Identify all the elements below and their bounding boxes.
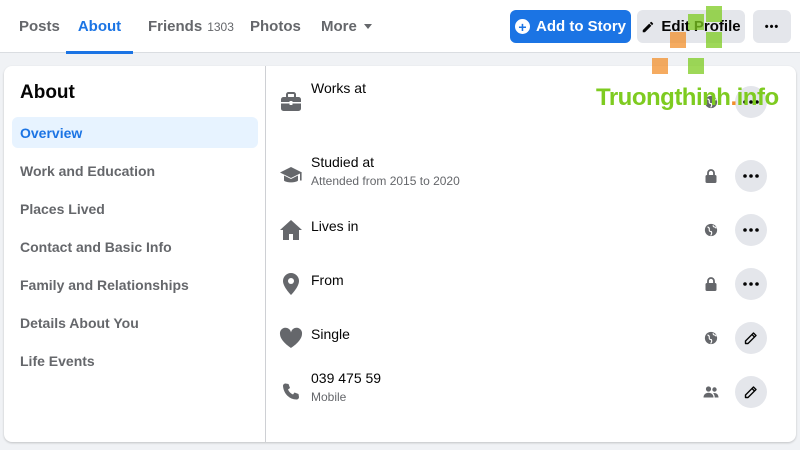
tab-posts-label: Posts xyxy=(19,18,60,35)
overview-list: Works at Studied at Attended from 2015 t… xyxy=(267,66,796,442)
sidebar-item-label: Contact and Basic Info xyxy=(20,238,172,255)
watermark-square xyxy=(670,32,686,48)
sidebar-item-overview[interactable]: Overview xyxy=(12,117,258,148)
sidebar-item-family-relationships[interactable]: Family and Relationships xyxy=(12,269,258,300)
phone-text: 039 475 59 xyxy=(311,370,382,386)
more-dots-icon: ••• xyxy=(764,20,780,33)
watermark-square xyxy=(652,58,668,74)
location-pin-icon xyxy=(279,272,303,296)
heart-icon xyxy=(279,326,303,350)
sidebar-item-life-events[interactable]: Life Events xyxy=(12,345,258,376)
home-icon xyxy=(279,218,303,242)
lives-in-text: Lives in xyxy=(311,218,359,234)
tab-more-label: More xyxy=(321,18,357,35)
globe-icon[interactable] xyxy=(703,222,719,238)
lives-in-more-button[interactable] xyxy=(735,214,767,246)
sidebar-item-contact-info[interactable]: Contact and Basic Info xyxy=(12,231,258,262)
relationship-text: Single xyxy=(311,326,350,342)
watermark-square xyxy=(706,6,722,22)
more-dots-icon xyxy=(743,228,759,232)
sidebar-item-label: Life Events xyxy=(20,352,95,369)
overview-row-from: From xyxy=(267,262,796,306)
tab-more[interactable]: More xyxy=(321,0,372,53)
sidebar-item-label: Places Lived xyxy=(20,200,105,217)
tab-about-label: About xyxy=(77,18,122,35)
from-text: From xyxy=(311,272,344,288)
friends-count: 1303 xyxy=(207,19,234,34)
work-text: Works at xyxy=(311,80,366,96)
tab-friends-label: Friends xyxy=(148,18,203,35)
phone-subtext: Mobile xyxy=(311,390,347,404)
sidebar-item-label: Overview xyxy=(20,124,83,141)
profile-more-button[interactable]: ••• xyxy=(753,10,791,43)
watermark-square xyxy=(688,58,704,74)
relationship-edit-button[interactable] xyxy=(735,322,767,354)
sidebar-item-work-education[interactable]: Work and Education xyxy=(12,155,258,186)
from-more-button[interactable] xyxy=(735,268,767,300)
overview-row-relationship: Single xyxy=(267,316,796,360)
briefcase-icon xyxy=(279,90,303,114)
watermark-square xyxy=(688,14,704,30)
about-card: About Overview Work and Education Places… xyxy=(4,66,796,442)
friends-icon[interactable] xyxy=(703,384,719,400)
tab-photos[interactable]: Photos xyxy=(250,0,301,53)
caret-down-icon xyxy=(363,24,372,29)
lock-icon[interactable] xyxy=(703,168,719,184)
more-dots-icon xyxy=(743,174,759,178)
add-to-story-button[interactable]: + Add to Story xyxy=(510,10,631,43)
more-dots-icon xyxy=(743,282,759,286)
sidebar-item-details-about-you[interactable]: Details About You xyxy=(12,307,258,338)
watermark-square xyxy=(706,32,722,48)
pencil-icon xyxy=(744,332,757,345)
sidebar-item-places-lived[interactable]: Places Lived xyxy=(12,193,258,224)
globe-icon[interactable] xyxy=(703,330,719,346)
tab-about[interactable]: About xyxy=(66,0,133,54)
education-text: Studied at xyxy=(311,154,375,170)
overview-row-lives-in: Lives in xyxy=(267,208,796,252)
about-title: About xyxy=(20,82,75,103)
sidebar-item-label: Family and Relationships xyxy=(20,276,189,293)
overview-row-phone: 039 475 59 Mobile xyxy=(267,370,796,414)
tab-photos-label: Photos xyxy=(250,18,301,35)
watermark-tld: info xyxy=(736,84,779,111)
tab-friends[interactable]: Friends 1303 xyxy=(148,0,234,53)
sidebar-item-label: Work and Education xyxy=(20,162,156,179)
phone-edit-button[interactable] xyxy=(735,376,767,408)
pencil-icon xyxy=(744,386,757,399)
lock-icon[interactable] xyxy=(703,276,719,292)
overview-row-education: Studied at Attended from 2015 to 2020 xyxy=(267,154,796,198)
tab-posts[interactable]: Posts xyxy=(19,0,60,53)
graduation-cap-icon xyxy=(279,164,303,188)
education-subtext: Attended from 2015 to 2020 xyxy=(311,174,460,188)
add-to-story-label: Add to Story xyxy=(536,18,626,35)
education-more-button[interactable] xyxy=(735,160,767,192)
phone-icon xyxy=(279,380,303,404)
about-sidebar: About Overview Work and Education Places… xyxy=(4,66,266,442)
sidebar-item-label: Details About You xyxy=(20,314,139,331)
plus-circle-icon: + xyxy=(515,19,530,34)
watermark-text: Truongthinh xyxy=(596,84,731,111)
watermark-logo: Truongthinh.info xyxy=(596,84,779,112)
pencil-icon xyxy=(641,20,655,34)
